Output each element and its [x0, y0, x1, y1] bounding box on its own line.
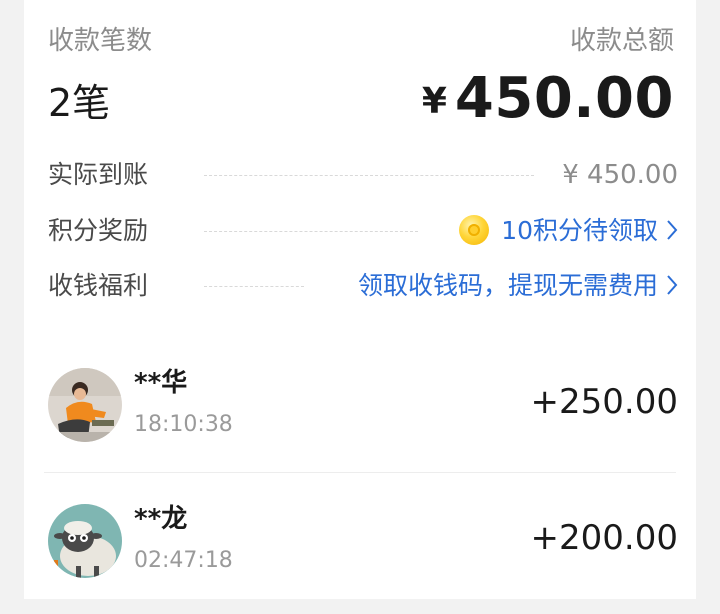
- collection-benefit-row[interactable]: 收钱福利 领取收钱码，提现无需费用: [48, 266, 678, 306]
- transaction-time: 18:10:38: [134, 412, 233, 437]
- dashed-divider: [204, 175, 534, 176]
- collection-summary-card: 收款笔数 收款总额 2笔 ¥450.00 实际到账 ¥ 450.00 积分奖励 …: [24, 0, 696, 599]
- collection-total-value: ¥450.00: [422, 66, 674, 131]
- transaction-amount: +250.00: [530, 382, 678, 422]
- collection-count-label: 收款笔数: [48, 26, 153, 56]
- collection-benefit-value: 领取收钱码，提现无需费用: [357, 271, 658, 300]
- coin-icon: [459, 215, 490, 245]
- transaction-divider: [44, 472, 676, 473]
- actual-received-row: 实际到账 ¥ 450.00: [48, 155, 678, 195]
- chevron-right-icon: [666, 268, 678, 308]
- collection-benefit-link[interactable]: 领取收钱码，提现无需费用: [358, 266, 678, 308]
- dashed-divider: [204, 231, 418, 232]
- points-reward-value: 10积分待领取: [501, 216, 658, 245]
- points-reward-row[interactable]: 积分奖励 10积分待领取: [48, 211, 678, 251]
- currency-symbol: ¥: [421, 81, 447, 122]
- collection-total-label: 收款总额: [569, 26, 674, 56]
- transaction-amount: +200.00: [530, 518, 678, 558]
- transaction-item[interactable]: **华 18:10:38 +250.00: [44, 368, 680, 478]
- avatar: [48, 368, 122, 442]
- collection-count-value: 2笔: [48, 81, 111, 125]
- transaction-name: **龙: [134, 504, 188, 534]
- chevron-right-icon: [666, 213, 678, 253]
- dashed-divider: [204, 286, 304, 287]
- total-amount: 450.00: [454, 66, 674, 131]
- avatar: [48, 504, 122, 578]
- points-reward-label: 积分奖励: [48, 216, 149, 245]
- collection-benefit-label: 收钱福利: [48, 271, 149, 300]
- actual-received-label: 实际到账: [48, 160, 149, 189]
- actual-received-value: ¥ 450.00: [562, 160, 678, 190]
- points-reward-link[interactable]: 10积分待领取: [459, 211, 678, 253]
- transaction-time: 02:47:18: [134, 548, 233, 573]
- transaction-name: **华: [134, 368, 188, 398]
- transaction-item[interactable]: **龙 02:47:18 +200.00: [44, 504, 680, 614]
